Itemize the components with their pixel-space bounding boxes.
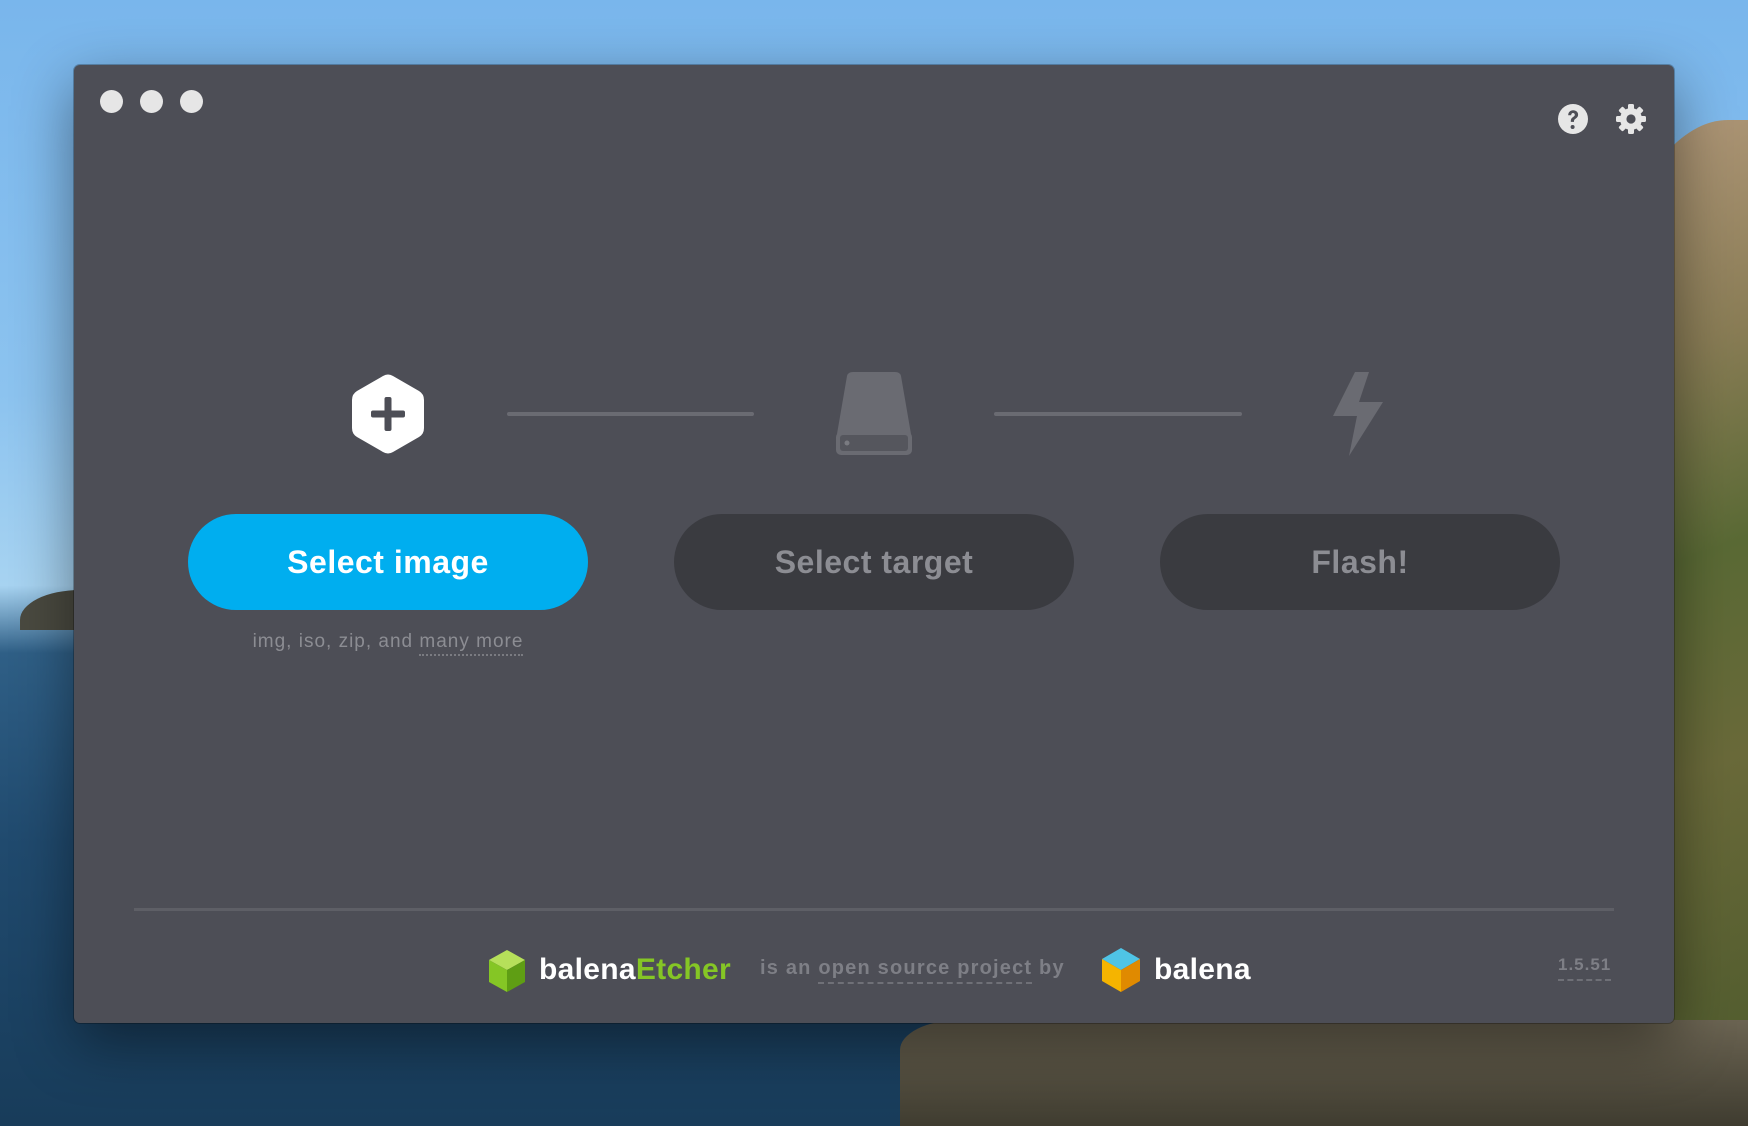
balena-logo-icon[interactable] bbox=[1100, 947, 1142, 993]
etcher-window: Select image Select target Flash! img, i… bbox=[74, 65, 1674, 1023]
version-link[interactable]: 1.5.51 bbox=[1558, 955, 1612, 981]
flash-button[interactable]: Flash! bbox=[1160, 514, 1560, 610]
step-connector-2 bbox=[994, 412, 1242, 416]
desktop-coast bbox=[900, 1020, 1748, 1126]
byline-suffix: by bbox=[1032, 957, 1065, 979]
help-icon[interactable] bbox=[1556, 102, 1590, 136]
step-connector-1 bbox=[507, 412, 754, 416]
balena-wordmark[interactable]: balena bbox=[1154, 953, 1251, 987]
balena-etcher-logo-icon[interactable] bbox=[487, 949, 527, 993]
select-image-button[interactable]: Select image bbox=[188, 514, 588, 610]
close-window-button[interactable] bbox=[100, 90, 123, 113]
brand-balena-text: balena bbox=[539, 953, 636, 986]
brand-etcher-text: Etcher bbox=[635, 953, 732, 986]
byline-prefix: is an bbox=[760, 957, 819, 979]
window-controls bbox=[100, 90, 203, 113]
open-source-link[interactable]: open source project bbox=[818, 957, 1033, 984]
byline: is an open source project by bbox=[760, 957, 1065, 984]
image-format-hint-text: img, iso, zip, and bbox=[252, 631, 420, 652]
zoom-window-button[interactable] bbox=[180, 90, 203, 113]
many-more-link[interactable]: many more bbox=[419, 631, 524, 656]
footer-divider bbox=[134, 908, 1614, 911]
minimize-window-button[interactable] bbox=[140, 90, 163, 113]
drive-icon bbox=[836, 372, 912, 455]
footer: balenaEtcher is an open source project b… bbox=[74, 943, 1674, 1003]
gear-icon[interactable] bbox=[1614, 102, 1648, 136]
lightning-bolt-icon bbox=[1333, 372, 1383, 456]
balena-etcher-wordmark[interactable]: balenaEtcher bbox=[539, 953, 731, 987]
image-format-hint: img, iso, zip, and many more bbox=[188, 631, 588, 656]
select-target-button[interactable]: Select target bbox=[674, 514, 1074, 610]
hex-plus-icon bbox=[352, 374, 424, 454]
